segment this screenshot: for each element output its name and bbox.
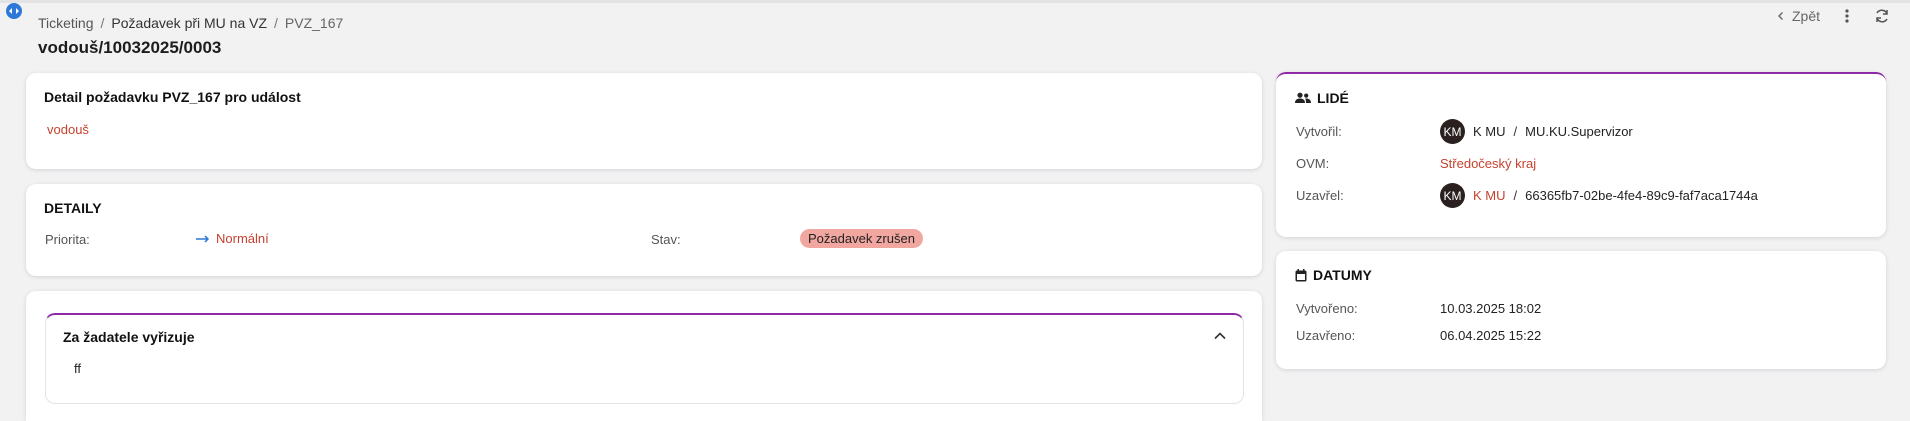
priority-value: Normální — [196, 231, 269, 246]
request-detail-title: Detail požadavku PVZ_167 pro událost — [44, 89, 301, 105]
created-date-label: Vytvořeno: — [1296, 301, 1358, 316]
refresh-button[interactable] — [1874, 8, 1890, 24]
chevron-up-icon — [1214, 332, 1226, 340]
closed-by-name-link[interactable]: K MU — [1473, 188, 1506, 203]
request-detail-card: Detail požadavku PVZ_167 pro událost vod… — [26, 73, 1262, 169]
breadcrumb-separator: / — [274, 15, 278, 31]
priority-label: Priorita: — [45, 232, 90, 247]
priority-value-text: Normální — [216, 231, 269, 246]
top-border — [0, 0, 1910, 3]
closed-by-value: KM K MU / 66365fb7-02be-4fe4-89c9-faf7ac… — [1440, 183, 1758, 208]
event-link[interactable]: vodouš — [47, 122, 89, 137]
back-button[interactable]: Zpět — [1776, 8, 1820, 24]
created-by-label: Vytvořil: — [1296, 124, 1342, 139]
closed-date-value: 06.04.2025 15:22 — [1440, 328, 1542, 343]
breadcrumb-item-ticketing[interactable]: Ticketing — [38, 15, 94, 31]
collapse-button[interactable] — [1213, 329, 1227, 343]
handler-card-wrapper: Za žadatele vyřizuje ff — [26, 291, 1262, 421]
handler-panel: Za žadatele vyřizuje ff — [45, 313, 1244, 404]
dates-title: DATUMY — [1313, 267, 1372, 283]
back-button-label: Zpět — [1791, 8, 1820, 24]
closed-by-id: 66365fb7-02be-4fe4-89c9-faf7aca1744a — [1525, 188, 1758, 203]
closed-date-label: Uzavřeno: — [1296, 328, 1356, 343]
breadcrumb-separator: / — [100, 15, 105, 31]
closed-by-label: Uzavřel: — [1296, 188, 1344, 203]
status-badge: Požadavek zrušen — [800, 229, 923, 248]
people-header: LIDÉ — [1295, 90, 1349, 106]
dates-header: DATUMY — [1295, 267, 1372, 283]
details-title: DETAILY — [44, 200, 102, 216]
refresh-icon — [1876, 9, 1888, 23]
created-date-value: 10.03.2025 18:02 — [1440, 301, 1542, 316]
details-card: DETAILY Priorita: Normální Stav: Požadav… — [26, 184, 1262, 276]
created-by-name: K MU — [1473, 124, 1506, 139]
page-title: vodouš/10032025/0003 — [38, 38, 222, 57]
created-by-role: MU.KU.Supervizor — [1525, 124, 1633, 139]
more-vertical-icon — [1845, 9, 1849, 23]
top-actions: Zpět — [1776, 8, 1890, 24]
arrows-icon — [9, 8, 19, 14]
dates-card: DATUMY Vytvořeno: 10.03.2025 18:02 Uzavř… — [1276, 251, 1886, 369]
avatar: KM — [1440, 183, 1465, 208]
people-icon — [1295, 92, 1311, 103]
breadcrumb-item-request[interactable]: Požadavek při MU na VZ — [111, 15, 267, 31]
people-title: LIDÉ — [1317, 90, 1349, 106]
expand-toggle-button[interactable] — [6, 3, 22, 19]
status-label: Stav: — [651, 232, 681, 247]
chevron-left-icon — [1777, 12, 1783, 20]
separator: / — [1513, 124, 1518, 139]
breadcrumb: Ticketing / Požadavek při MU na VZ / PVZ… — [38, 15, 343, 31]
handler-title: Za žadatele vyřizuje — [63, 329, 195, 345]
breadcrumb-item-current: PVZ_167 — [284, 15, 344, 31]
separator: / — [1513, 188, 1518, 203]
ovm-link[interactable]: Středočeský kraj — [1440, 156, 1536, 171]
created-by-value: KM K MU / MU.KU.Supervizor — [1440, 119, 1633, 144]
arrow-right-icon — [196, 234, 210, 243]
people-card: LIDÉ Vytvořil: KM K MU / MU.KU.Supervizo… — [1276, 72, 1886, 237]
handler-content: ff — [74, 361, 81, 376]
ovm-label: OVM: — [1296, 156, 1330, 171]
calendar-icon — [1295, 268, 1307, 281]
avatar: KM — [1440, 119, 1465, 144]
more-menu-button[interactable] — [1840, 8, 1854, 24]
